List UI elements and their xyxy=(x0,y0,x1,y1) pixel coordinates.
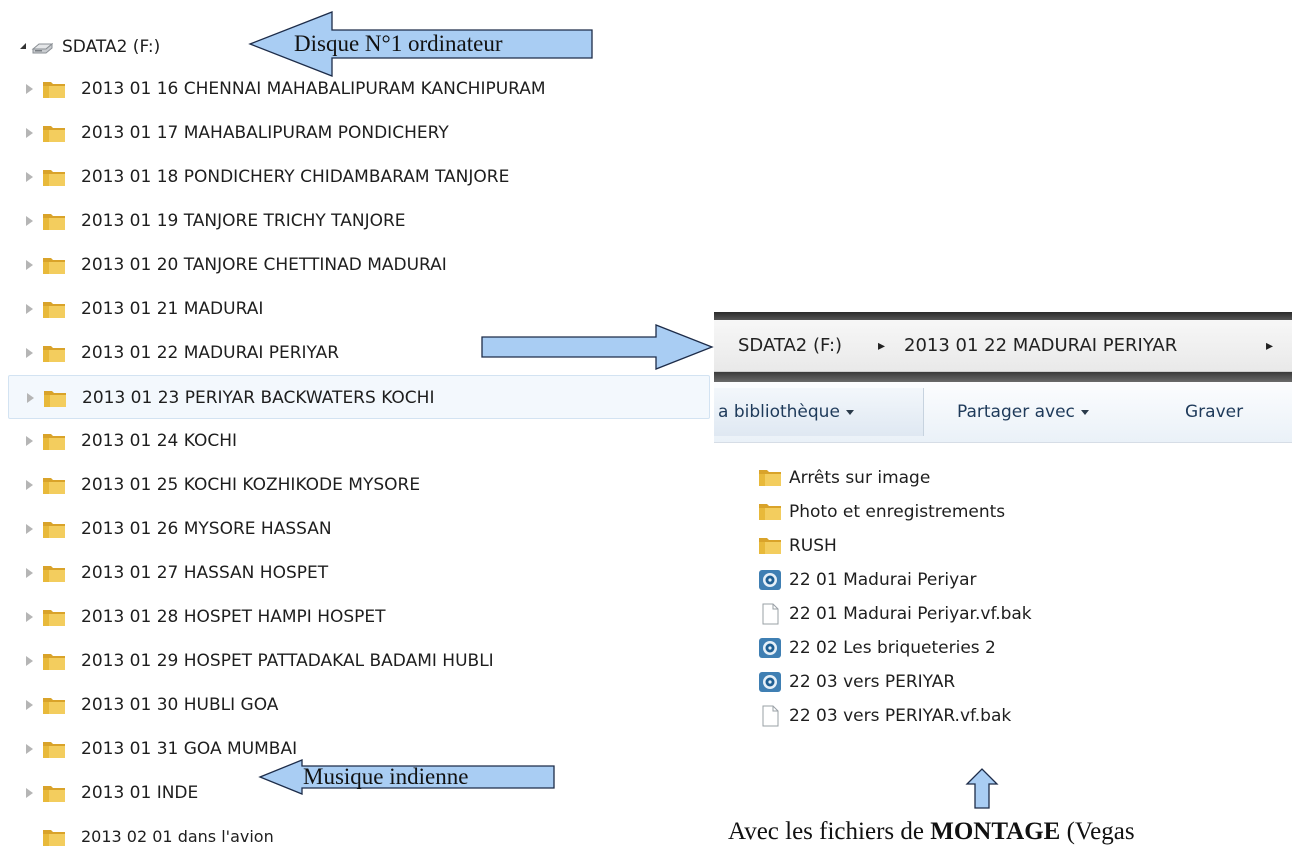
annotation-arrows xyxy=(248,11,999,809)
caption-start: Avec les fichiers de xyxy=(728,818,931,845)
caption: Avec les fichiers de MONTAGE (Vegas xyxy=(728,818,1135,846)
right-arrow-icon xyxy=(481,324,714,370)
up-arrow-icon xyxy=(965,768,999,809)
callout-music: Musique indienne xyxy=(303,764,469,789)
caption-end: (Vegas xyxy=(1060,818,1135,845)
callout-disk: Disque N°1 ordinateur xyxy=(294,31,503,56)
caption-bold: MONTAGE xyxy=(930,818,1061,845)
